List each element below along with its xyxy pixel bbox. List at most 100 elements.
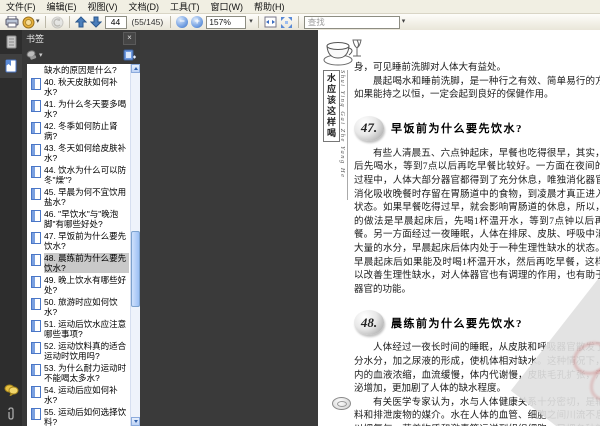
- bookmark-item[interactable]: 44. 饮水为什么可以防冬"燥"?: [27, 164, 140, 186]
- bookmark-item[interactable]: 46. "早饮水"与"晚泡脚"有哪些好处?: [27, 208, 140, 230]
- bookmark-icon: [31, 166, 41, 178]
- section-number-badge: 47.: [354, 115, 384, 141]
- find-options-caret-icon[interactable]: ▾: [402, 18, 406, 26]
- section-number-badge: 48.: [354, 310, 384, 336]
- printer-icon: [5, 16, 19, 28]
- bookmark-item[interactable]: 55. 运动后如何选择饮料?: [27, 406, 140, 426]
- toolbar-separator: [68, 16, 70, 28]
- toolbar-separator: [170, 16, 172, 28]
- page-ornament-icon: [332, 397, 351, 410]
- bookmark-options-button[interactable]: ▾: [26, 49, 43, 61]
- bookmark-item[interactable]: 51. 运动后饮水应注意哪些事项?: [27, 318, 140, 340]
- pdf-reader-window: 文件(F) 编辑(E) 视图(V) 文档(D) 工具(T) 窗口(W) 帮助(H…: [0, 0, 600, 426]
- panel-close-button[interactable]: ×: [123, 32, 136, 45]
- menu-window[interactable]: 窗口(W): [211, 0, 244, 13]
- menu-tools[interactable]: 工具(T): [170, 0, 200, 13]
- toolbar-separator: [297, 16, 299, 28]
- zoom-in-button[interactable]: +: [191, 16, 204, 28]
- bookmark-icon: [31, 144, 41, 156]
- tab-attachments[interactable]: [0, 402, 22, 426]
- bookmarks-panel: 书签 × ▾ 缺水的原因是什么? 40. 秋天皮肤如何补水? 41. 为什么冬天…: [22, 30, 140, 426]
- bookmark-item[interactable]: 42. 冬季如何防止肾病?: [27, 120, 140, 142]
- toolbar-separator: [257, 16, 259, 28]
- menu-document[interactable]: 文档(D): [129, 0, 160, 13]
- bookmarks-icon: [5, 59, 17, 73]
- bookmark-item[interactable]: 40. 秋天皮肤如何补水?: [27, 76, 140, 98]
- fit-page-button[interactable]: [280, 15, 293, 29]
- email-caret-icon[interactable]: ▾: [36, 18, 40, 26]
- options-stamp-icon: [26, 49, 37, 60]
- scrollbar-up-button[interactable]: [131, 64, 140, 73]
- next-page-button[interactable]: [89, 15, 102, 29]
- bookmark-icon: [31, 386, 41, 398]
- bookmark-item[interactable]: 50. 旅游时应如何饮水?: [27, 296, 140, 318]
- bookmark-item-selected[interactable]: 48. 晨练前为什么要先饮水?: [27, 252, 140, 274]
- section-paragraph: 有些人清晨五、六点钟起床，早餐也吃得很早，其实，起床后先喝水，等到7点以后再吃早…: [354, 148, 600, 295]
- document-viewer[interactable]: 水应该这样喝 Shui Ying Gai Zhe Yang He 身，可见睡前洗…: [140, 30, 600, 426]
- expand-current-bookmark-button[interactable]: [123, 49, 136, 61]
- zoom-caret-icon[interactable]: ▾: [249, 18, 253, 26]
- pages-icon: [6, 35, 16, 49]
- bookmark-icon: [31, 188, 41, 200]
- section-title: 晨练前为什么要先饮水?: [391, 317, 523, 330]
- expand-bookmark-icon: [123, 49, 136, 61]
- bookmark-icon: [31, 122, 41, 134]
- menu-file[interactable]: 文件(F): [6, 0, 36, 13]
- bookmark-item[interactable]: 41. 为什么冬天要多喝水?: [27, 98, 140, 120]
- bookmark-item[interactable]: 49. 晚上饮水有哪些好处?: [27, 274, 140, 296]
- menu-edit[interactable]: 编辑(E): [47, 0, 77, 13]
- email-button[interactable]: ▾: [22, 15, 40, 29]
- menu-view[interactable]: 视图(V): [88, 0, 118, 13]
- scrollbar-down-button[interactable]: [131, 417, 140, 426]
- page-number-input[interactable]: [104, 15, 127, 29]
- bookmarks-scrollbar[interactable]: [130, 64, 140, 426]
- zoom-level-value: 157%: [209, 17, 231, 27]
- bookmark-icon: [31, 298, 41, 310]
- bookmark-icon: [31, 320, 41, 332]
- paperclip-icon: [8, 407, 14, 420]
- zoom-out-button[interactable]: −: [176, 16, 189, 28]
- bookmarks-panel-header: 书签 ×: [22, 30, 140, 47]
- tab-pages[interactable]: [0, 30, 22, 54]
- toolbar: ▾ (55/145) − + 157% ▾: [0, 14, 600, 31]
- bookmark-icon: [31, 78, 41, 90]
- bookmark-item[interactable]: 54. 运动后应如何补水?: [27, 384, 140, 406]
- toolbar-separator: [44, 16, 46, 28]
- up-arrow-icon: [74, 16, 87, 28]
- previous-view-button[interactable]: [51, 15, 64, 29]
- zoom-level-select[interactable]: 157%: [206, 15, 247, 29]
- bookmark-item[interactable]: 45. 早晨为何不宜饮用盐水?: [27, 186, 140, 208]
- page-count-label: (55/145): [131, 17, 164, 27]
- bookmark-icon: [31, 342, 41, 354]
- down-arrow-icon: [89, 16, 102, 28]
- section-title: 早饭前为什么要先饮水?: [391, 123, 523, 136]
- previous-view-icon: [51, 16, 64, 28]
- bookmarks-panel-toolbar: ▾: [22, 47, 140, 63]
- previous-page-button[interactable]: [74, 15, 87, 29]
- menu-help[interactable]: 帮助(H): [254, 0, 285, 13]
- section-heading: 47. 早饭前为什么要先饮水?: [354, 115, 600, 141]
- scrollbar-thumb[interactable]: [131, 230, 140, 307]
- bookmarks-panel-title: 书签: [26, 34, 45, 44]
- email-icon: [22, 16, 35, 28]
- tab-bookmarks[interactable]: [0, 54, 22, 78]
- book-title-vertical: 水应该这样喝: [323, 70, 340, 142]
- bookmark-item-partial[interactable]: 缺水的原因是什么?: [27, 64, 140, 76]
- find-input[interactable]: [303, 15, 400, 29]
- fit-width-icon: [264, 16, 277, 28]
- fullscreen-arrows-icon: [280, 16, 292, 28]
- bookmark-icon: [31, 232, 41, 244]
- bookmark-icon: [31, 364, 41, 376]
- comments-icon: [4, 384, 18, 396]
- bookmark-item[interactable]: 47. 早饭前为什么要先饮水?: [27, 230, 140, 252]
- fit-width-button[interactable]: [264, 15, 277, 29]
- bookmark-item[interactable]: 53. 为什么耐力运动时不能喝太多水?: [27, 362, 140, 384]
- intro-line: 晨起喝水和睡前洗脚，是一种行之有效、简单易行的方法。如果能持之以恒，一定会起到良…: [354, 76, 600, 101]
- tab-comments[interactable]: [0, 378, 22, 402]
- navigation-tab-strip: [0, 30, 22, 426]
- bookmark-item[interactable]: 43. 冬天如何给皮肤补水?: [27, 142, 140, 164]
- book-title-pinyin: Shui Ying Gai Zhe Yang He: [339, 70, 348, 200]
- bookmark-item[interactable]: 52. 运动饮料真的适合运动时饮用吗?: [27, 340, 140, 362]
- bookmark-icon: [31, 408, 41, 420]
- print-button[interactable]: [5, 15, 19, 29]
